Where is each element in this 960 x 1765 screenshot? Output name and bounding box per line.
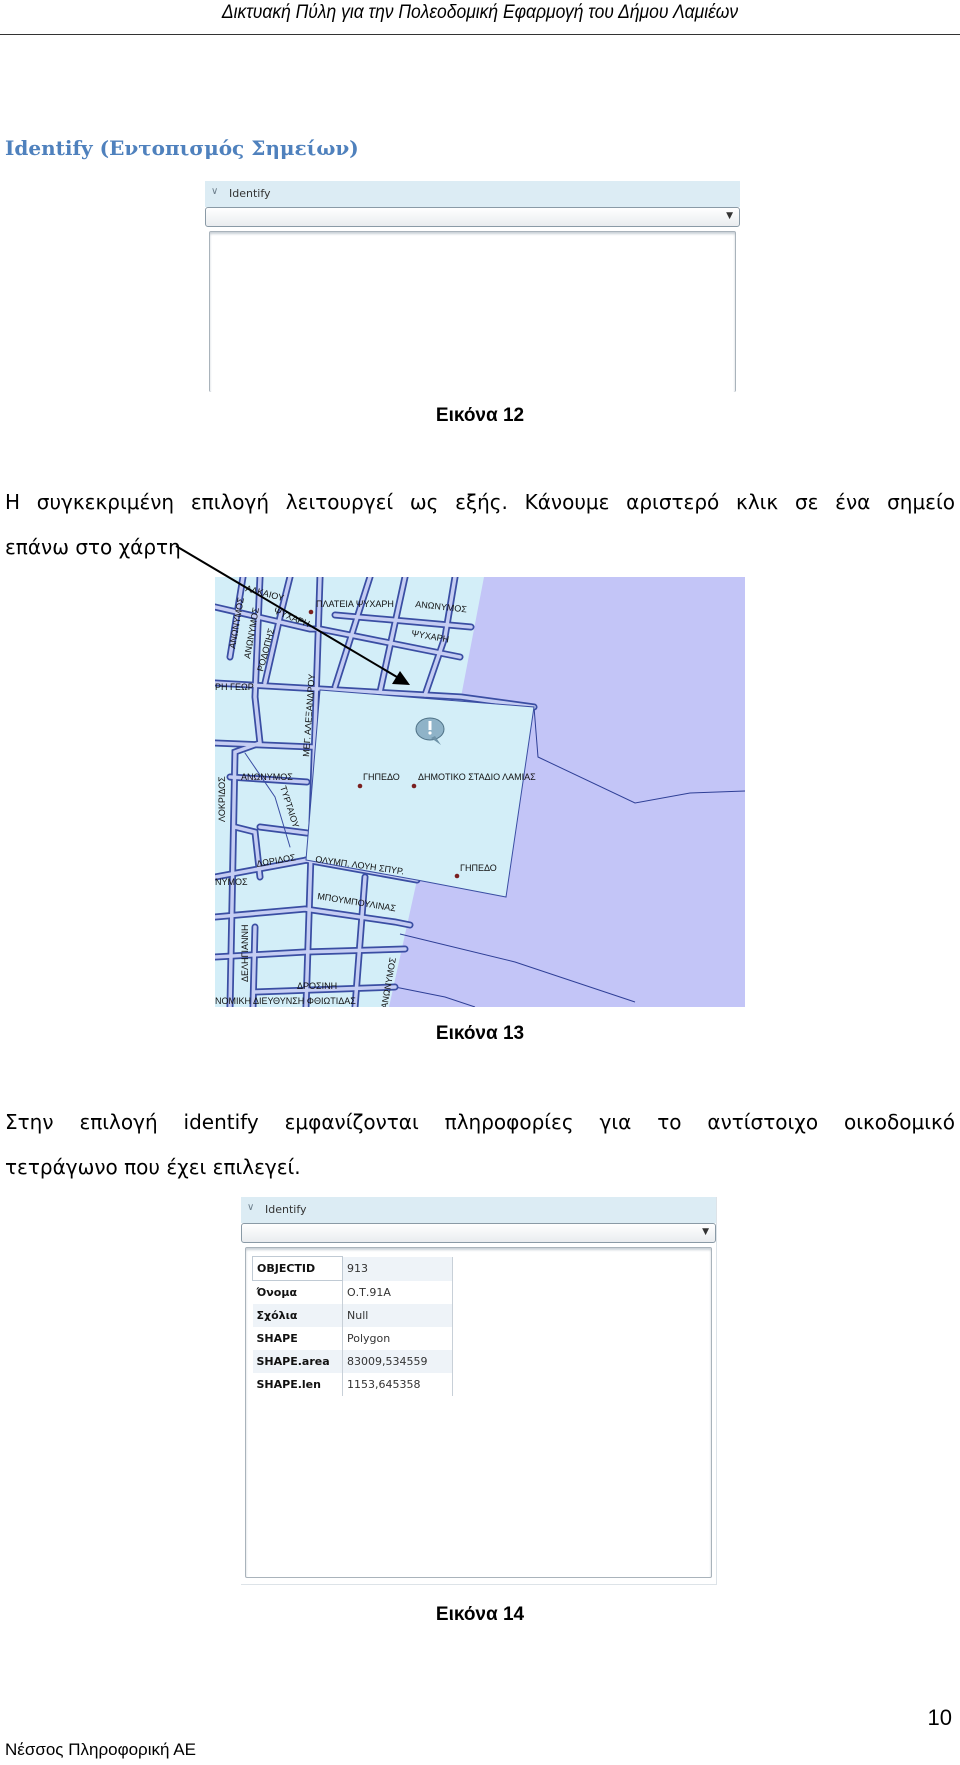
figure-caption-13: Εικόνα 13 (435, 1023, 525, 1044)
map-view[interactable]: ΠΛΑΤΕΙΑ ΨΥΧΑΡΗ ΑΝΩΝΥΜΟΣ ΨΥΧΑΡΗ ΨΥΧΑΡΗ ΑΝ… (215, 577, 745, 1007)
dropdown-arrow-icon[interactable]: ▼ (726, 211, 733, 221)
attribute-value: 913 (342, 1256, 453, 1281)
map-label: ΓΗΠΕΔΟ (363, 772, 400, 782)
attribute-name: Όνομα (252, 1280, 343, 1304)
map-label: ΡΗ ΓΕΩΡ (215, 682, 254, 692)
table-row[interactable]: OBJECTID 913 (252, 1256, 453, 1281)
paragraph-1-line-2: επάνω στο χάρτη (5, 535, 181, 559)
section-title: Identify (Εντοπισμός Σημείων) (5, 136, 359, 160)
table-row[interactable]: Σχόλια Null (252, 1304, 453, 1327)
paragraph-1-line-1: Η συγκεκριμένη επιλογή λειτουργεί ως εξή… (5, 490, 955, 514)
map-label: ΝΥΜΟΣ (215, 877, 248, 887)
paragraph-2-line-2: τετράγωνο που έχει επιλεγεί. (5, 1155, 301, 1179)
results-area: OBJECTID 913 Όνομα Ο.Τ.91Α Σχόλια Null SHAPE Po… (245, 1247, 712, 1578)
chevron-down-icon[interactable]: ∨ (247, 1202, 254, 1213)
attribute-value: Polygon (342, 1327, 453, 1350)
attribute-value: Ο.Τ.91Α (342, 1280, 453, 1304)
attribute-name: SHAPE (252, 1327, 343, 1350)
identify-panel-empty: ∨ Identify ▼ (205, 181, 740, 392)
results-area (209, 231, 736, 392)
panel-title: Identify (265, 1203, 307, 1216)
table-row[interactable]: SHAPE Polygon (252, 1327, 453, 1350)
attributes-table: OBJECTID 913 Όνομα Ο.Τ.91Α Σχόλια Null SHAPE Po… (252, 1256, 453, 1396)
identify-panel-results: ∨ Identify ▼ OBJECTID 913 Όνομα Ο.Τ.91Α Σχόλ… (241, 1197, 717, 1585)
map-label: ΠΛΑΤΕΙΑ ΨΥΧΑΡΗ (316, 599, 394, 609)
attribute-value: Null (342, 1304, 453, 1327)
layer-dropdown[interactable]: ▼ (205, 207, 740, 227)
table-row[interactable]: Όνομα Ο.Τ.91Α (252, 1280, 453, 1304)
layer-dropdown[interactable]: ▼ (241, 1223, 716, 1243)
attribute-name: SHAPE.len (252, 1373, 343, 1396)
paragraph-2-line-1: Στην επιλογή identify εμφανίζονται πληρο… (5, 1110, 955, 1134)
map-label: ΔΕΛΗΓΙΑΝΝΗ (240, 925, 250, 983)
attribute-name: Σχόλια (252, 1304, 343, 1327)
attribute-name: OBJECTID (252, 1256, 343, 1281)
map-label: ΑΝΩΝΥΜΟΣ (241, 772, 293, 782)
footer-company: Νέσσος Πληροφορική ΑΕ (5, 1740, 196, 1759)
panel-header[interactable]: ∨ Identify (241, 1197, 716, 1223)
attribute-name: SHAPE.area (252, 1350, 343, 1373)
map-label: ΛΟΚΡΙΔΟΣ (217, 776, 227, 822)
map-label: ΔΡΟΣΙΝΗ (297, 981, 337, 991)
table-row[interactable]: SHAPE.len 1153,645358 (252, 1373, 453, 1396)
map-label: ΔΗΜΟΤΙΚΟ ΣΤΑΔΙΟ ΛΑΜΙΑΣ (418, 772, 536, 782)
running-header: Δικτυακή Πύλη για την Πολεοδομική Εφαρμο… (221, 2, 739, 23)
dropdown-arrow-icon[interactable]: ▼ (702, 1227, 709, 1237)
page-number: 10 (927, 1705, 952, 1730)
attribute-value: 1153,645358 (342, 1373, 453, 1396)
attribute-value: 83009,534559 (342, 1350, 453, 1373)
header-rule (0, 34, 960, 35)
map-label: ΝΟΜΙΚΗ ΔΙΕΥΘΥΝΣΗ ΦΘΙΩΤΙΔΑΣ (215, 996, 356, 1006)
figure-caption-14: Εικόνα 14 (435, 1604, 525, 1625)
panel-title: Identify (229, 187, 271, 200)
table-row[interactable]: SHAPE.area 83009,534559 (252, 1350, 453, 1373)
figure-caption-12: Εικόνα 12 (435, 405, 525, 426)
chevron-down-icon[interactable]: ∨ (211, 186, 218, 197)
panel-header[interactable]: ∨ Identify (205, 181, 740, 207)
map-label: ΓΗΠΕΔΟ (460, 863, 497, 873)
